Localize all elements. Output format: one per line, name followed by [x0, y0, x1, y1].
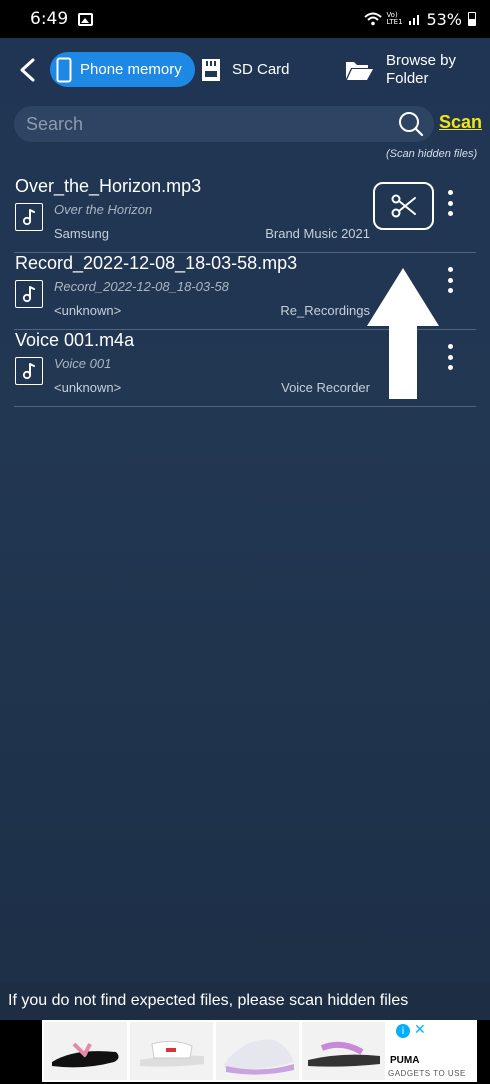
battery-percent: 53%: [426, 9, 462, 29]
tab-phone-memory-label: Phone memory: [80, 61, 182, 78]
cut-button[interactable]: [373, 182, 434, 230]
search-bar: [14, 106, 434, 142]
tab-browse-by-folder-label: Browse by Folder: [386, 52, 457, 87]
file-artist: <unknown>: [54, 303, 122, 318]
hidden-files-hint: If you do not find expected files, pleas…: [0, 982, 490, 1020]
ad-product-image[interactable]: [130, 1022, 213, 1080]
file-name: Record_2022-12-08_18-03-58.mp3: [15, 253, 298, 273]
divider: [14, 406, 476, 407]
search-input[interactable]: [26, 113, 386, 135]
ad-content[interactable]: i ✕ PUMA GADGETS TO USE: [42, 1020, 477, 1082]
file-album: Brand Music 2021: [265, 226, 370, 241]
top-bar: Phone memory SD Card Browse by Folder: [0, 38, 490, 104]
scissors-icon: [391, 194, 416, 218]
music-note-icon: [15, 357, 43, 385]
file-artist: Samsung: [54, 226, 109, 241]
app-screen: Phone memory SD Card Browse by Folder Se…: [0, 38, 490, 1020]
file-title: Voice 001: [54, 356, 112, 371]
status-time: 6:49: [30, 9, 69, 29]
signal-icon: [409, 15, 420, 25]
more-options-icon[interactable]: [440, 188, 460, 218]
battery-icon: [468, 12, 476, 26]
more-options-icon[interactable]: [440, 342, 460, 372]
tab-browse-by-folder[interactable]: Browse by Folder: [344, 50, 476, 90]
tab-sd-card[interactable]: SD Card: [200, 52, 290, 87]
music-note-icon: [15, 280, 43, 308]
ad-product-image[interactable]: [302, 1022, 385, 1080]
search-icon[interactable]: [398, 111, 424, 137]
phone-icon: [56, 57, 72, 82]
tab-sd-card-label: SD Card: [232, 61, 290, 78]
file-album: Re_Recordings: [280, 303, 370, 318]
ad-brand-logo: PUMA: [390, 1055, 420, 1066]
tab-phone-memory[interactable]: Phone memory: [50, 52, 195, 87]
image-notification-icon: [78, 12, 94, 26]
scan-link[interactable]: Scan: [439, 112, 482, 133]
file-title: Record_2022-12-08_18-03-58: [54, 279, 229, 294]
ad-info-icon[interactable]: i: [396, 1024, 410, 1038]
file-name: Over_the_Horizon.mp3: [15, 176, 202, 196]
file-album: Voice Recorder: [281, 380, 370, 395]
ad-close-icon[interactable]: ✕: [414, 1022, 426, 1038]
file-name: Voice 001.m4a: [15, 330, 135, 350]
watermark: GADGETS TO USE: [388, 1069, 466, 1078]
sd-card-icon: [202, 58, 220, 81]
file-title: Over the Horizon: [54, 202, 153, 217]
ad-product-image[interactable]: [216, 1022, 299, 1080]
annotation-arrow-up-icon: [367, 268, 439, 399]
more-options-icon[interactable]: [440, 265, 460, 295]
chevron-left-icon: [20, 58, 35, 82]
status-indicators: Vo) LTE1 53%: [364, 10, 476, 29]
wifi-icon: [364, 12, 383, 26]
ad-banner[interactable]: i ✕ PUMA GADGETS TO USE: [0, 1020, 490, 1084]
status-bar: 6:49 Vo) LTE1 53%: [0, 0, 490, 38]
back-button[interactable]: [14, 54, 42, 86]
file-artist: <unknown>: [54, 380, 122, 395]
network-label: Vo) LTE1: [386, 11, 403, 26]
folder-open-icon: [346, 62, 373, 80]
file-list-item[interactable]: Over_the_Horizon.mp3 Over the Horizon Sa…: [0, 176, 490, 253]
scan-note: (Scan hidden files): [386, 148, 478, 160]
music-note-icon: [15, 203, 43, 231]
ad-side-panel: i ✕ PUMA GADGETS TO USE: [388, 1022, 475, 1080]
ad-product-image[interactable]: [44, 1022, 127, 1080]
